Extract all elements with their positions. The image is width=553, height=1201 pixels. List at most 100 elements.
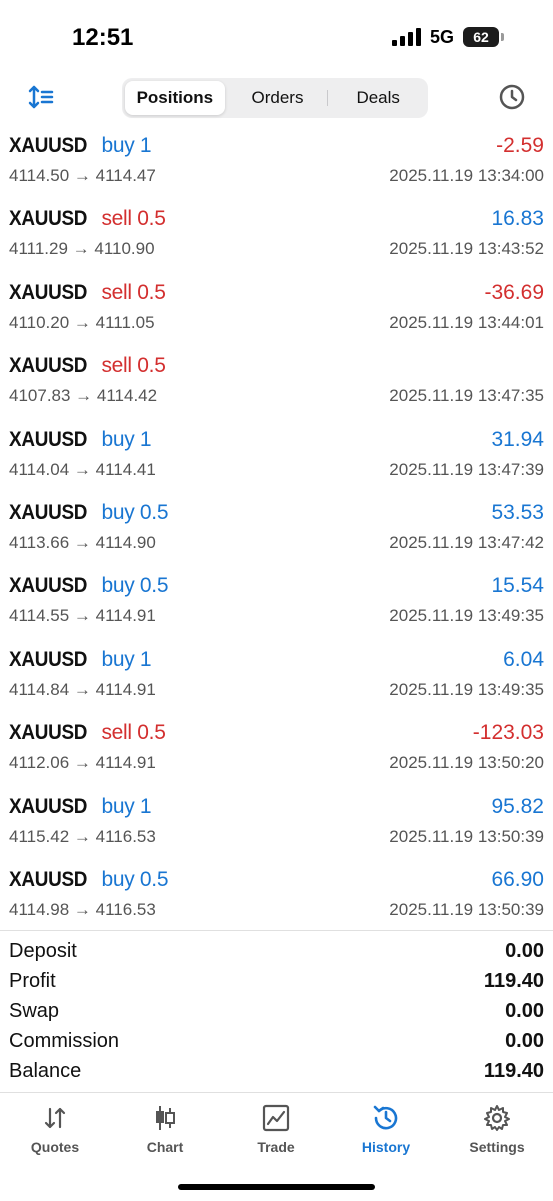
position-side: buy 0.5 — [101, 867, 169, 891]
position-symbol: XAUUSD sell 0.5 — [9, 354, 166, 378]
position-time: 2025.11.19 13:50:20 — [389, 753, 544, 773]
summary-row-deposit: Deposit 0.00 — [0, 937, 553, 967]
position-side: buy 0.5 — [101, 500, 169, 524]
status-time: 12:51 — [72, 24, 134, 51]
position-profit: -2.59 — [496, 134, 544, 157]
home-indicator — [178, 1184, 375, 1190]
position-prices: 4114.55 → 4114.91 — [9, 606, 156, 626]
swap-label: Swap — [9, 1000, 60, 1022]
list-item[interactable]: XAUUSD buy 0.5 4113.66 → 4114.90 53.53 2… — [0, 495, 553, 568]
tab-deals[interactable]: Deals — [328, 78, 428, 118]
summary-row-commission: Commission 0.00 — [0, 1027, 553, 1057]
position-symbol: XAUUSD sell 0.5 — [9, 281, 166, 305]
list-item[interactable]: XAUUSD sell 0.5 4111.29 → 4110.90 16.83 … — [0, 201, 553, 274]
position-symbol: XAUUSD sell 0.5 — [9, 207, 166, 231]
list-item[interactable]: XAUUSD sell 0.5 4107.83 → 4114.42 2025.1… — [0, 348, 553, 421]
summary-row-profit: Profit 119.40 — [0, 967, 553, 997]
position-symbol: XAUUSD sell 0.5 — [9, 721, 166, 745]
balance-value: 119.40 — [483, 1060, 544, 1082]
position-time: 2025.11.19 13:47:42 — [389, 532, 544, 552]
position-prices: 4114.84 → 4114.91 — [9, 679, 156, 699]
quotes-icon — [44, 1107, 66, 1129]
position-symbol: XAUUSD buy 0.5 — [9, 574, 169, 598]
nav-chart[interactable]: Chart — [110, 1103, 220, 1155]
symbol-name: XAUUSD — [9, 794, 88, 818]
position-profit: 95.82 — [491, 794, 544, 818]
symbol-name: XAUUSD — [9, 721, 88, 745]
position-prices: 4114.50 → 4114.47 — [9, 166, 156, 185]
tab-orders[interactable]: Orders — [228, 78, 328, 118]
clock-icon[interactable] — [497, 82, 527, 112]
position-time: 2025.11.19 13:34:00 — [389, 166, 544, 185]
position-time: 2025.11.19 13:43:52 — [389, 239, 544, 259]
position-prices: 4110.20 → 4111.05 — [9, 312, 155, 332]
list-item[interactable]: XAUUSD sell 0.5 4110.20 → 4111.05 -36.69… — [0, 275, 553, 348]
position-prices: 4107.83 → 4114.42 — [9, 386, 158, 406]
nav-history-label: History — [361, 1139, 411, 1155]
nav-chart-label: Chart — [146, 1139, 184, 1155]
position-symbol: XAUUSD buy 0.5 — [9, 867, 169, 892]
symbol-name: XAUUSD — [9, 427, 88, 451]
position-time: 2025.11.19 13:49:35 — [389, 606, 544, 626]
symbol-name: XAUUSD — [9, 280, 88, 304]
position-side: buy 1 — [101, 134, 152, 157]
symbol-name: XAUUSD — [9, 574, 88, 598]
position-symbol: XAUUSD buy 1 — [9, 134, 152, 158]
symbol-name: XAUUSD — [9, 867, 88, 891]
position-profit: 66.90 — [491, 867, 544, 891]
list-item[interactable]: XAUUSD buy 0.5 4114.55 → 4114.91 15.54 2… — [0, 568, 553, 641]
position-prices: 4112.06 → 4114.91 — [9, 753, 156, 773]
profit-label: Profit — [9, 970, 56, 992]
nav-settings[interactable]: Settings — [442, 1103, 552, 1155]
symbol-name: XAUUSD — [9, 500, 88, 524]
position-side: sell 0.5 — [101, 207, 166, 231]
position-symbol: XAUUSD buy 1 — [9, 794, 152, 819]
symbol-name: XAUUSD — [9, 207, 88, 231]
position-side: sell 0.5 — [101, 721, 166, 745]
position-time: 2025.11.19 13:50:39 — [389, 899, 544, 919]
account-summary: Deposit 0.00 Profit 119.40 Swap 0.00 Com… — [0, 930, 553, 1087]
summary-row-balance: Balance 119.40 — [0, 1057, 553, 1087]
list-item[interactable]: XAUUSD buy 1 4114.84 → 4114.91 6.04 2025… — [0, 642, 553, 715]
toolbar: Positions Orders Deals — [0, 76, 553, 120]
list-item[interactable]: XAUUSD buy 1 4115.42 → 4116.53 95.82 202… — [0, 789, 553, 862]
position-profit: -123.03 — [472, 721, 544, 745]
position-prices: 4114.04 → 4114.41 — [9, 459, 156, 479]
list-item[interactable]: XAUUSD sell 0.5 4112.06 → 4114.91 -123.0… — [0, 715, 553, 788]
profit-value: 119.40 — [483, 970, 544, 992]
nav-trade-label: Trade — [257, 1139, 295, 1155]
list-item[interactable]: XAUUSD buy 0.5 4114.98 → 4116.53 66.90 2… — [0, 862, 553, 935]
network-label: 5G — [430, 27, 455, 47]
deposit-label: Deposit — [9, 940, 77, 962]
commission-value: 0.00 — [505, 1030, 544, 1052]
nav-trade[interactable]: Trade — [221, 1103, 331, 1155]
position-side: sell 0.5 — [101, 280, 166, 304]
position-side: buy 0.5 — [101, 574, 169, 598]
status-bar: 12:51 5G 62 — [0, 0, 553, 70]
signal-icon — [392, 28, 421, 46]
list-item[interactable]: XAUUSD buy 1 4114.04 → 4114.41 31.94 202… — [0, 422, 553, 495]
position-prices: 4111.29 → 4110.90 — [9, 239, 155, 259]
position-prices: 4115.42 → 4116.53 — [9, 826, 156, 846]
position-profit: -36.69 — [484, 280, 544, 304]
balance-label: Balance — [9, 1060, 82, 1082]
chart-icon — [156, 1106, 175, 1130]
list-item[interactable]: XAUUSD buy 1 4114.50 → 4114.47 -2.59 202… — [0, 128, 553, 201]
position-side: buy 1 — [101, 647, 152, 671]
symbol-name: XAUUSD — [9, 354, 88, 378]
battery-icon: 62 — [463, 27, 504, 47]
nav-quotes-label: Quotes — [30, 1139, 80, 1155]
nav-quotes[interactable]: Quotes — [0, 1103, 110, 1155]
position-symbol: XAUUSD buy 1 — [9, 647, 152, 672]
position-profit: 16.83 — [491, 207, 544, 231]
position-time: 2025.11.19 13:49:35 — [389, 679, 544, 699]
trade-icon — [262, 1104, 290, 1132]
position-profit: 31.94 — [491, 427, 544, 451]
tab-positions[interactable]: Positions — [125, 81, 225, 115]
swap-value: 0.00 — [505, 1000, 544, 1022]
symbol-name: XAUUSD — [9, 647, 88, 671]
sort-icon[interactable] — [26, 82, 56, 112]
deposit-value: 0.00 — [505, 940, 544, 962]
nav-history[interactable]: History — [331, 1103, 441, 1155]
position-time: 2025.11.19 13:47:35 — [389, 386, 544, 406]
